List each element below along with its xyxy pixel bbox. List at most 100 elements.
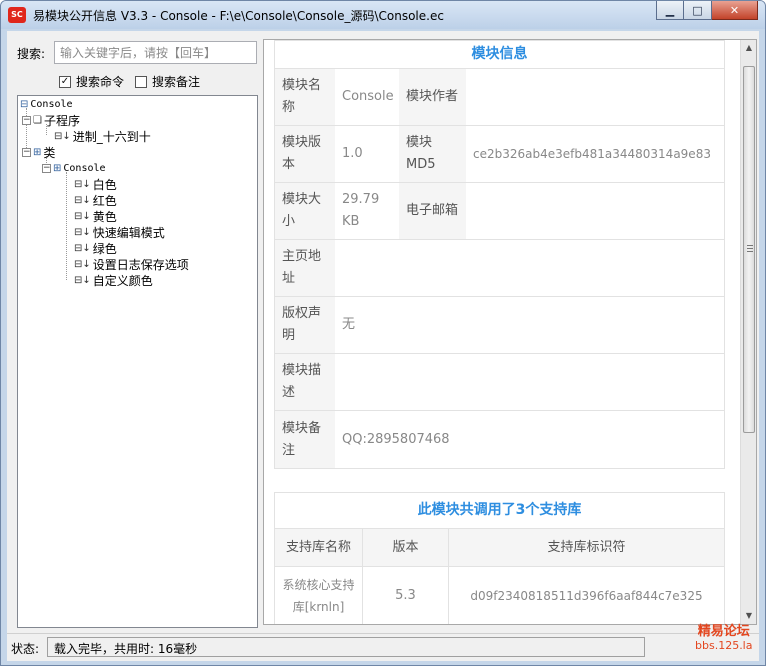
scroll-down-icon[interactable]: ▼ <box>741 608 756 624</box>
info-row: 模块名称 Console 模块作者 <box>275 69 724 126</box>
info-value <box>335 240 724 296</box>
libs-heading: 此模块共调用了3个支持库 <box>275 493 724 529</box>
lib-id-cell: d09f2340818511d396f6aaf844c7e325 <box>448 567 724 624</box>
minimize-button[interactable]: ▁ <box>656 1 684 20</box>
main-window: SC 易模块公开信息 V3.3 - Console - F:\e\Console… <box>0 0 766 666</box>
window-title: 易模块公开信息 V3.3 - Console - F:\e\Console\Co… <box>33 9 444 23</box>
watermark: 精易论坛 bbs.125.la <box>695 625 752 653</box>
info-label: 模块名称 <box>275 69 335 125</box>
tree-node-class[interactable]: − ⊞ Console <box>42 160 106 176</box>
info-label: 模块大小 <box>275 183 335 239</box>
tree-item-method[interactable]: ⊟↓ 自定义颜色 <box>74 272 153 288</box>
title-bar[interactable]: SC 易模块公开信息 V3.3 - Console - F:\e\Console… <box>1 1 765 29</box>
info-value: QQ:2895807468 <box>342 431 450 447</box>
info-value <box>335 354 724 410</box>
tree-item-sub[interactable]: ⊟↓ 进制_十六到十 <box>54 128 151 144</box>
method-icon: ⊟↓ <box>74 274 91 286</box>
column-header: 支持库名称 <box>285 539 351 555</box>
module-icon: ⊟ <box>20 98 29 110</box>
search-command-label: 搜索命令 <box>76 75 125 89</box>
classes-icon: ⊞ <box>33 146 42 158</box>
method-icon: ⊟↓ <box>74 226 91 238</box>
lib-name-cell: 系统核心支持库[krnln] <box>282 578 355 614</box>
info-label: 模块备注 <box>275 411 335 468</box>
vertical-scrollbar[interactable]: ▲ ▼ <box>740 40 756 624</box>
module-info-card: 模块信息 模块名称 Console 模块作者 模块版本 1.0 模块MD5 ce… <box>274 40 725 469</box>
info-value: ce2b326ab4e3efb481a34480314a9e83 <box>473 147 711 161</box>
tree-item-method-label: 设置日志保存选项 <box>92 257 189 272</box>
module-tree[interactable]: ⊟ Console − ❏ 子程序 ⊟↓ 进制_十六到十 − ⊞ 类 − ⊞ C… <box>17 95 258 628</box>
tree-item-method[interactable]: ⊟↓ 红色 <box>74 192 117 208</box>
search-note-label: 搜索备注 <box>152 75 201 89</box>
status-label: 状态: <box>11 642 40 656</box>
method-icon: ⊟↓ <box>74 242 91 254</box>
tree-item-method[interactable]: ⊟↓ 绿色 <box>74 240 117 256</box>
info-row: 主页地址 <box>275 240 724 297</box>
tree-node-subs[interactable]: − ❏ 子程序 <box>22 112 80 128</box>
window-controls: ▁ □ ✕ <box>656 1 758 20</box>
module-info-heading: 模块信息 <box>275 41 724 69</box>
tree-item-method-label: 自定义颜色 <box>92 273 153 288</box>
search-label: 搜索: <box>17 47 46 61</box>
close-icon: ✕ <box>729 3 740 17</box>
tree-node-classes-label: 类 <box>43 145 56 160</box>
search-input[interactable] <box>54 41 257 64</box>
search-note-option[interactable]: 搜索备注 <box>135 73 200 90</box>
table-row: 系统核心支持库[krnln] 5.3 d09f2340818511d396f6a… <box>275 567 724 624</box>
method-icon: ⊟↓ <box>74 194 91 206</box>
collapse-icon: − <box>22 114 31 125</box>
tree-item-method[interactable]: ⊟↓ 快速编辑模式 <box>74 224 165 240</box>
info-value: 无 <box>342 317 356 332</box>
watermark-url: bbs.125.la <box>695 639 753 652</box>
class-icon: ⊞ <box>53 162 62 174</box>
info-label: 电子邮箱 <box>399 183 466 239</box>
method-icon: ⊟↓ <box>74 178 91 190</box>
method-icon: ⊟↓ <box>74 210 91 222</box>
column-header: 支持库标识符 <box>448 529 724 566</box>
tree-item-method-label: 黄色 <box>92 209 117 224</box>
close-button[interactable]: ✕ <box>712 1 758 20</box>
info-label: 模块作者 <box>399 69 466 125</box>
info-value <box>466 69 724 125</box>
tree-item-method-label: 白色 <box>92 177 117 192</box>
tree-root[interactable]: ⊟ Console <box>20 96 73 112</box>
tree-item-method[interactable]: ⊟↓ 设置日志保存选项 <box>74 256 189 272</box>
maximize-button[interactable]: □ <box>684 1 712 20</box>
column-header: 版本 <box>362 529 448 566</box>
tree-node-class-label: Console <box>63 162 106 174</box>
maximize-icon: □ <box>692 3 703 17</box>
info-value: Console <box>342 89 394 104</box>
app-icon: SC <box>8 7 26 23</box>
libs-card: 此模块共调用了3个支持库 支持库名称 版本 支持库标识符 系统核心支持库[krn… <box>274 492 725 624</box>
info-label: 版权声明 <box>275 297 335 353</box>
collapse-icon: − <box>22 146 31 157</box>
tree-node-classes[interactable]: − ⊞ 类 <box>22 144 55 160</box>
info-value: 29.79 KB <box>342 192 380 229</box>
tree-item-sub-label: 进制_十六到十 <box>72 129 151 144</box>
info-label: 模块MD5 <box>399 126 466 182</box>
scroll-up-icon[interactable]: ▲ <box>741 40 756 56</box>
method-icon: ⊟↓ <box>54 130 71 142</box>
info-row: 模块描述 <box>275 354 724 411</box>
info-label: 主页地址 <box>275 240 335 296</box>
watermark-title: 精易论坛 <box>697 624 750 639</box>
info-panel[interactable]: 模块信息 模块名称 Console 模块作者 模块版本 1.0 模块MD5 ce… <box>263 39 757 625</box>
info-row: 版权声明 无 <box>275 297 724 354</box>
lib-version-cell: 5.3 <box>362 567 448 624</box>
tree-node-subs-label: 子程序 <box>43 113 80 128</box>
tree-item-method[interactable]: ⊟↓ 白色 <box>74 176 117 192</box>
search-command-checkbox[interactable]: ✓ <box>59 75 71 88</box>
search-note-checkbox[interactable] <box>135 75 147 88</box>
scrollbar-thumb[interactable] <box>743 66 755 433</box>
status-bar: 状态: 载入完毕，共用时: 16毫秒 <box>7 633 759 659</box>
client-area: 搜索: ✓ 搜索命令 搜索备注 ⊟ Console − ❏ 子程序 <box>7 31 759 661</box>
info-value <box>466 183 724 239</box>
info-label: 模块描述 <box>275 354 335 410</box>
tree-item-method[interactable]: ⊟↓ 黄色 <box>74 208 117 224</box>
status-text: 载入完毕，共用时: 16毫秒 <box>47 637 645 657</box>
tree-item-method-label: 绿色 <box>92 241 117 256</box>
info-label: 模块版本 <box>275 126 335 182</box>
tree-item-method-label: 快速编辑模式 <box>92 225 165 240</box>
info-value: 1.0 <box>342 146 363 161</box>
search-command-option[interactable]: ✓ 搜索命令 <box>59 73 124 90</box>
